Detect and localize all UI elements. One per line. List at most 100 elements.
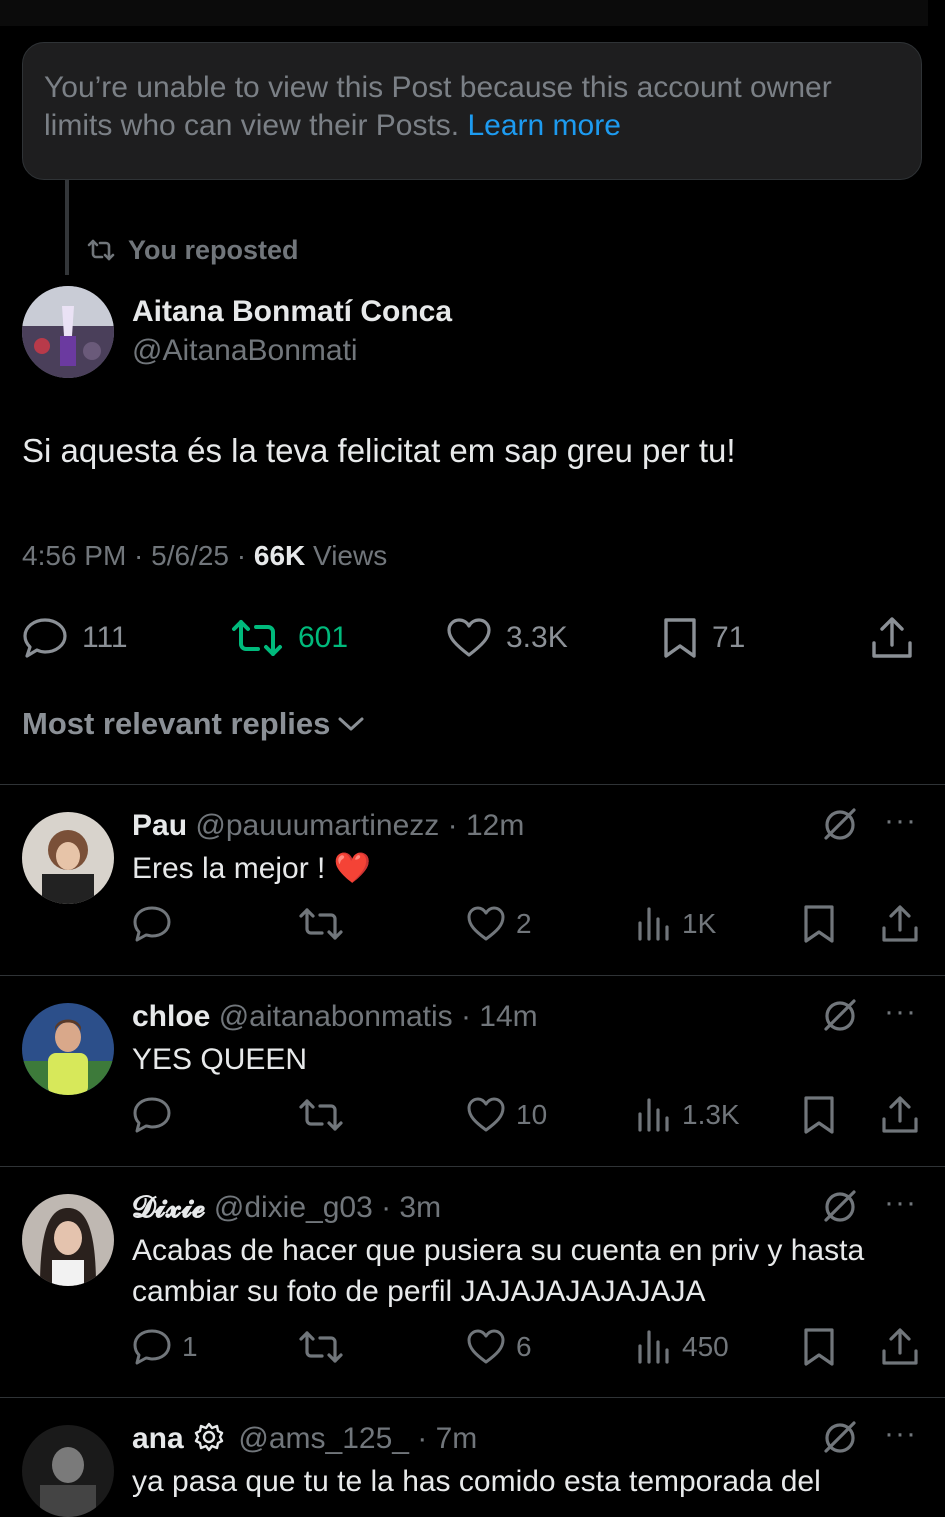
reply-like-button[interactable]: 6: [466, 1325, 532, 1369]
repost-button[interactable]: 601: [230, 610, 348, 666]
post-actions: 111 601 3.3K 71: [22, 610, 922, 666]
reply-reply-button[interactable]: 1: [132, 1325, 198, 1369]
reply-count: 1: [182, 1331, 198, 1362]
reply-author-name[interactable]: Pau: [132, 809, 187, 842]
reply-bookmark-button[interactable]: [802, 902, 836, 946]
reply-text: ya pasa que tu te la has comido esta tem…: [132, 1465, 821, 1498]
heart-icon: [466, 905, 506, 943]
reply-like-button[interactable]: 2: [466, 902, 532, 946]
bookmark-icon: [802, 904, 836, 944]
reply-count: 111: [82, 621, 128, 654]
reply-icon: [132, 1328, 172, 1366]
reply-avatar[interactable]: [22, 1425, 114, 1517]
repost-icon: [86, 238, 116, 262]
reply-author-handle[interactable]: @dixie_g03 · 3m: [214, 1191, 441, 1224]
reply-reply-button[interactable]: [132, 1093, 182, 1137]
reply-views-button[interactable]: 1K: [636, 902, 716, 946]
divider: [0, 975, 945, 976]
share-icon: [880, 904, 920, 944]
more-options-icon[interactable]: ···: [884, 995, 917, 1029]
post-text: Si aquesta és la teva felicitat em sap g…: [22, 432, 736, 469]
repost-count: 601: [298, 621, 349, 654]
like-count: 3.3K: [506, 621, 568, 654]
reply-share-button[interactable]: [880, 1093, 920, 1137]
reply-share-button[interactable]: [880, 1325, 920, 1369]
reply-header: 𝓓𝓲𝔁𝓲𝓮 @dixie_g03 · 3m: [132, 1188, 441, 1228]
learn-more-link[interactable]: Learn more: [467, 109, 620, 142]
post-time: 4:56 PM · 5/6/25 ·: [22, 540, 254, 571]
like-count: 10: [516, 1099, 548, 1130]
gear-icon: [194, 1422, 224, 1452]
post-meta: 4:56 PM · 5/6/25 · 66K Views: [22, 540, 387, 572]
share-button[interactable]: [870, 610, 914, 666]
bookmark-button[interactable]: 71: [662, 610, 745, 666]
more-options-icon[interactable]: ···: [884, 804, 917, 838]
reply-icon: [132, 1096, 172, 1134]
views-count: 1K: [682, 908, 717, 939]
grok-icon[interactable]: [820, 995, 860, 1035]
reply-author-handle[interactable]: @pauuumartinezz · 12m: [195, 809, 524, 842]
reply-repost-button[interactable]: [298, 902, 344, 946]
author-handle[interactable]: @AitanaBonmati: [132, 332, 452, 370]
bookmark-icon: [662, 616, 698, 660]
author-avatar[interactable]: [22, 286, 114, 378]
views-icon: [636, 905, 672, 943]
bookmark-count: 71: [712, 621, 746, 654]
grok-icon[interactable]: [820, 1186, 860, 1226]
reply-header: ana @ams_125_ · 7m: [132, 1419, 477, 1459]
grok-icon[interactable]: [820, 804, 860, 844]
reply-repost-button[interactable]: [298, 1325, 344, 1369]
reply-views-button[interactable]: 450: [636, 1325, 729, 1369]
reply-avatar[interactable]: [22, 812, 114, 904]
bookmark-icon: [802, 1327, 836, 1367]
reply-text: Acabas de hacer que pusiera su cuenta en…: [132, 1234, 865, 1308]
reply-author-name[interactable]: 𝓓𝓲𝔁𝓲𝓮: [132, 1191, 206, 1224]
reply-repost-button[interactable]: [298, 1093, 344, 1137]
views-icon: [636, 1328, 672, 1366]
reply-bookmark-button[interactable]: [802, 1093, 836, 1137]
author-name[interactable]: Aitana Bonmatí Conca: [132, 292, 452, 332]
reply-header: Pau @pauuumartinezz · 12m: [132, 806, 524, 846]
views-label: Views: [305, 540, 388, 571]
reply-reply-button[interactable]: [132, 902, 182, 946]
grok-icon[interactable]: [820, 1417, 860, 1457]
reply-author-handle[interactable]: @ams_125_ · 7m: [238, 1422, 477, 1455]
author-info: Aitana Bonmatí Conca @AitanaBonmati: [132, 292, 452, 370]
repost-icon: [230, 618, 284, 658]
repost-indicator: You reposted: [86, 230, 299, 270]
reply-author-handle[interactable]: @aitanabonmatis · 14m: [219, 1000, 538, 1033]
reply-icon: [22, 617, 68, 659]
reply-author-name[interactable]: ana: [132, 1422, 184, 1455]
sort-label: Most relevant replies: [22, 706, 331, 741]
reply-author-name[interactable]: chloe: [132, 1000, 210, 1033]
repost-icon: [298, 1097, 344, 1133]
more-options-icon[interactable]: ···: [884, 1417, 917, 1451]
repost-label: You reposted: [128, 234, 299, 265]
like-count: 6: [516, 1331, 532, 1362]
reply-header: chloe @aitanabonmatis · 14m: [132, 997, 538, 1037]
reply-share-button[interactable]: [880, 902, 920, 946]
like-button[interactable]: 3.3K: [446, 610, 568, 666]
more-options-icon[interactable]: ···: [884, 1186, 917, 1220]
top-bar: [0, 0, 928, 26]
heart-icon: [466, 1096, 506, 1134]
restricted-post-notice: You’re unable to view this Post because …: [22, 42, 922, 180]
repost-icon: [298, 1329, 344, 1365]
bookmark-icon: [802, 1095, 836, 1135]
share-icon: [870, 615, 914, 661]
reply-bookmark-button[interactable]: [802, 1325, 836, 1369]
views-count: 450: [682, 1331, 729, 1362]
reply-like-button[interactable]: 10: [466, 1093, 547, 1137]
reply-button[interactable]: 111: [22, 610, 128, 666]
divider: [0, 784, 945, 785]
views-count: 1.3K: [682, 1099, 740, 1130]
reply-text: YES QUEEN: [132, 1043, 308, 1076]
reply-avatar[interactable]: [22, 1194, 114, 1286]
reply-icon: [132, 905, 172, 943]
repost-icon: [298, 906, 344, 942]
reply-sort-selector[interactable]: Most relevant replies: [22, 706, 366, 742]
divider: [0, 1166, 945, 1167]
views-count: 66K: [253, 540, 306, 571]
reply-views-button[interactable]: 1.3K: [636, 1093, 740, 1137]
reply-avatar[interactable]: [22, 1003, 114, 1095]
